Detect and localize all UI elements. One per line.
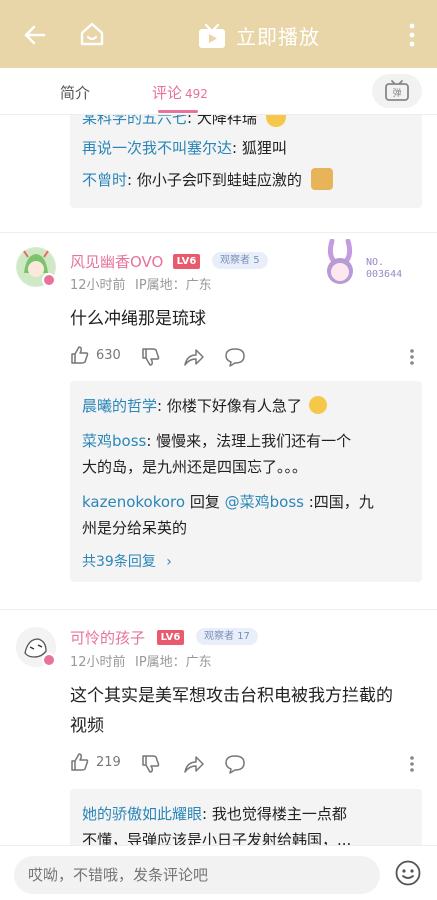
- comment-time: 12小时前: [70, 655, 126, 670]
- like-button[interactable]: 219: [70, 752, 121, 772]
- reply-text-cont: 大的岛，是九州还是四国忘了。。。: [82, 458, 308, 476]
- fan-card[interactable]: NO. 003644: [318, 238, 418, 289]
- play-now-button[interactable]: 立即播放: [198, 21, 320, 50]
- divider: [0, 232, 437, 233]
- reply-box: 她的骄傲如此耀眼: 我也觉得楼主一点都 不懂，导弹应该是小日子发射给韩国，...: [70, 789, 422, 845]
- svg-text:弹: 弹: [392, 87, 401, 99]
- badge-label: 观察者: [204, 631, 234, 642]
- reply-bubble-icon[interactable]: [224, 754, 246, 774]
- badge-level: 5: [253, 255, 260, 266]
- comments-count: 492: [185, 87, 208, 101]
- reply-text: : 大降祥瑞: [187, 115, 257, 127]
- comment-more-icon[interactable]: [408, 755, 416, 773]
- like-button[interactable]: 630: [70, 345, 121, 365]
- comment-time: 12小时前: [70, 278, 126, 293]
- comment-text-line: 视频: [70, 716, 104, 736]
- badge-level: 17: [237, 631, 250, 642]
- more-replies-label: 共39条回复: [82, 554, 156, 570]
- comment-text: 什么冲绳那是琉球: [70, 309, 206, 329]
- reply-user[interactable]: 不曾时: [82, 171, 127, 189]
- tab-intro[interactable]: 简介: [60, 82, 90, 103]
- emoji-smile-icon[interactable]: [394, 859, 422, 887]
- divider: [0, 609, 437, 610]
- reply-item: 再说一次我不叫塞尔达: 狐狸叫: [82, 135, 412, 161]
- play-now-label: 立即播放: [236, 25, 320, 49]
- danmaku-tv-button[interactable]: 弹: [372, 74, 422, 108]
- pray-emoji-icon: [265, 115, 286, 127]
- observer-badge: 观察者 17: [196, 628, 258, 645]
- reply-user[interactable]: 某科学的五六七: [82, 115, 187, 127]
- reply-text: : 慢慢来，法理上我们还有一个: [146, 432, 352, 450]
- reply-user[interactable]: 菜鸡boss: [82, 432, 146, 450]
- like-count: 219: [96, 754, 121, 770]
- tv-play-icon: [199, 23, 225, 48]
- reply-text-cont: 不懂，导弹应该是小日子发射给韩国，...: [82, 831, 352, 845]
- reply-text: : 你小子会吓到蛙蛙应激的: [127, 171, 302, 189]
- dislike-icon[interactable]: [141, 347, 161, 367]
- reply-at-user[interactable]: @菜鸡boss: [225, 493, 304, 511]
- tv-danmaku-icon: 弹: [385, 80, 409, 101]
- badge-label: 观察者: [220, 255, 250, 266]
- reply-item: 她的骄傲如此耀眼: 我也觉得楼主一点都 不懂，导弹应该是小日子发射给韩国，...: [82, 801, 412, 845]
- comment-input[interactable]: [14, 856, 380, 894]
- comment-text: 这个其实是美军想攻击台积电被我方拦截的 视频: [70, 681, 420, 741]
- avatar-badge-icon: [42, 653, 56, 667]
- tab-indicator: [158, 110, 198, 113]
- reply-user[interactable]: 再说一次我不叫塞尔达: [82, 139, 232, 157]
- tab-comments-label: 评论: [152, 84, 183, 102]
- share-icon[interactable]: [183, 347, 205, 367]
- comment-ip: IP属地：广东: [135, 655, 212, 670]
- share-icon[interactable]: [183, 754, 205, 774]
- reply-item: 某科学的五六七: 大降祥瑞: [82, 115, 412, 131]
- reply-user[interactable]: kazenokokoro: [82, 493, 185, 511]
- more-vertical-icon[interactable]: [402, 22, 422, 48]
- reply-user[interactable]: 晨曦的哲学: [82, 397, 157, 415]
- grin-emoji-icon: [308, 396, 327, 414]
- reply-user[interactable]: 她的骄傲如此耀眼: [82, 805, 202, 823]
- comment-user[interactable]: 可怜的孩子: [70, 627, 145, 648]
- reply-text: :四国，九: [303, 493, 374, 511]
- avatar[interactable]: [16, 627, 56, 667]
- view-more-replies[interactable]: 共39条回复 ›: [82, 551, 172, 571]
- reply-text-cont: 州是分给呆英的: [82, 519, 188, 537]
- chevron-right-icon: ›: [166, 554, 172, 570]
- comment-list[interactable]: 某科学的五六七: 大降祥瑞 再说一次我不叫塞尔达: 狐狸叫 不曾时: 你小子会吓…: [0, 115, 437, 845]
- comment-user[interactable]: 风见幽香OVO: [70, 251, 163, 272]
- reply-bubble-icon[interactable]: [224, 347, 246, 367]
- fan-card-bunny-icon: [327, 238, 353, 284]
- thumbs-up-icon: [71, 753, 89, 771]
- comment-more-icon[interactable]: [408, 348, 416, 366]
- home-icon[interactable]: [78, 20, 106, 48]
- reply-box: 晨曦的哲学: 你楼下好像有人急了 菜鸡boss: 慢慢来，法理上我们还有一个 大…: [70, 381, 422, 582]
- comment-ip: IP属地：广东: [135, 278, 212, 293]
- level-badge: LV6: [173, 254, 200, 269]
- reply-item: 晨曦的哲学: 你楼下好像有人急了: [82, 393, 412, 419]
- like-count: 630: [96, 347, 121, 363]
- fan-card-number: NO. 003644: [366, 257, 403, 280]
- thumbs-up-icon: [71, 346, 89, 364]
- reply-item: 菜鸡boss: 慢慢来，法理上我们还有一个 大的岛，是九州还是四国忘了。。。: [82, 428, 412, 480]
- reply-box-top: 某科学的五六七: 大降祥瑞 再说一次我不叫塞尔达: 狐狸叫 不曾时: 你小子会吓…: [70, 115, 422, 208]
- comment-text-line: 这个其实是美军想攻击台积电被我方拦截的: [70, 686, 393, 706]
- observer-badge: 观察者 5: [212, 252, 268, 269]
- top-bar: 立即播放: [0, 0, 437, 68]
- comment-input-bar: [0, 845, 437, 900]
- level-badge: LV6: [157, 630, 184, 645]
- reply-text: : 狐狸叫: [232, 139, 287, 157]
- reply-item: kazenokokoro 回复 @菜鸡boss :四国，九 州是分给呆英的: [82, 489, 412, 541]
- tab-comments[interactable]: 评论 492: [152, 82, 208, 103]
- reply-to-label: 回复: [185, 493, 225, 511]
- avatar-badge-icon: [42, 273, 56, 287]
- dislike-icon[interactable]: [141, 754, 161, 774]
- avatar[interactable]: [16, 247, 56, 287]
- back-arrow-icon[interactable]: [22, 22, 48, 48]
- reply-text: : 我也觉得楼主一点都: [202, 805, 347, 823]
- doge-emoji-icon: [310, 168, 333, 190]
- reply-text: : 你楼下好像有人急了: [157, 397, 302, 415]
- reply-item: 不曾时: 你小子会吓到蛙蛙应激的: [82, 167, 412, 193]
